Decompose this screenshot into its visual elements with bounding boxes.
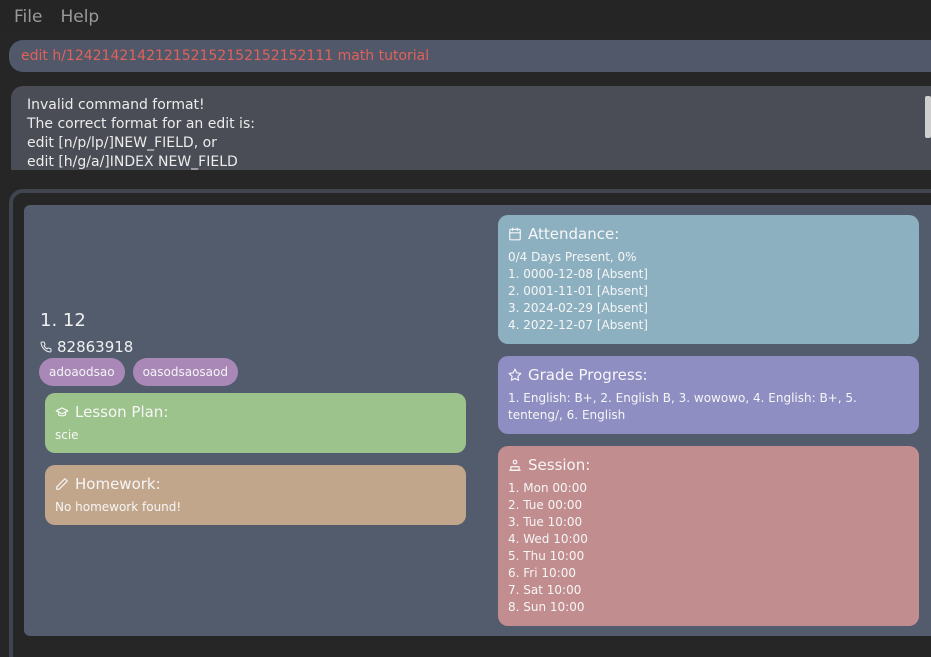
- graduation-cap-icon: [55, 405, 69, 419]
- result-scrollbar[interactable]: [925, 96, 931, 138]
- attendance-item: 3. 2024-02-29 [Absent]: [508, 301, 648, 315]
- lesson-plan-title: Lesson Plan:: [75, 403, 169, 421]
- homework-body: No homework found!: [55, 500, 182, 514]
- session-icon: [508, 458, 522, 472]
- result-line: edit [h/g/a/]INDEX NEW_FIELD: [27, 154, 238, 170]
- tag-list: adoaodsao oasodsaosaod: [39, 358, 238, 386]
- result-line: Invalid command format!: [27, 97, 205, 113]
- attendance-summary: 0/4 Days Present, 0%: [508, 250, 637, 264]
- tag: adoaodsao: [39, 358, 125, 386]
- star-icon: [508, 368, 522, 382]
- result-line: edit [n/p/lp/]NEW_FIELD, or: [27, 135, 217, 151]
- attendance-item: 4. 2022-12-07 [Absent]: [508, 318, 648, 332]
- homework-title: Homework:: [75, 475, 161, 493]
- session-item: 1. Mon 00:00: [508, 481, 587, 495]
- homework-card: Homework: No homework found!: [45, 465, 466, 525]
- attendance-card: Attendance: 0/4 Days Present, 0% 1. 0000…: [498, 215, 919, 344]
- session-item: 6. Fri 10:00: [508, 566, 576, 580]
- lesson-plan-card: Lesson Plan: scie: [45, 393, 466, 453]
- attendance-title: Attendance:: [528, 225, 620, 243]
- result-display[interactable]: Invalid command format! The correct form…: [11, 86, 931, 170]
- pencil-icon: [55, 477, 69, 491]
- lesson-plan-body: scie: [55, 428, 79, 442]
- person-name: 1. 12: [40, 310, 86, 331]
- calendar-icon: [508, 227, 522, 241]
- attendance-item: 1. 0000-12-08 [Absent]: [508, 267, 648, 281]
- grade-progress-body: 1. English: B+, 2. English B, 3. wowowo,…: [508, 391, 857, 422]
- tag: oasodsaosaod: [132, 358, 238, 386]
- command-input[interactable]: [21, 48, 931, 64]
- grade-progress-card: Grade Progress: 1. English: B+, 2. Engli…: [498, 356, 919, 434]
- session-title: Session:: [528, 456, 591, 474]
- session-item: 8. Sun 10:00: [508, 600, 585, 614]
- menu-help[interactable]: Help: [60, 7, 99, 27]
- session-item: 2. Tue 00:00: [508, 498, 583, 512]
- phone-icon: [40, 341, 52, 353]
- attendance-item: 2. 0001-11-01 [Absent]: [508, 284, 648, 298]
- menu-file[interactable]: File: [14, 7, 42, 27]
- grade-progress-title: Grade Progress:: [528, 366, 648, 384]
- session-item: 7. Sat 10:00: [508, 583, 582, 597]
- command-box[interactable]: [9, 40, 931, 72]
- phone-number: 82863918: [57, 338, 134, 356]
- menu-bar: File Help: [0, 0, 931, 34]
- session-item: 5. Thu 10:00: [508, 549, 585, 563]
- session-item: 4. Wed 10:00: [508, 532, 588, 546]
- session-item: 3. Tue 10:00: [508, 515, 583, 529]
- result-line: The correct format for an edit is:: [27, 116, 255, 132]
- session-card: Session: 1. Mon 00:00 2. Tue 00:00 3. Tu…: [498, 446, 919, 626]
- phone-row: 82863918: [40, 338, 133, 356]
